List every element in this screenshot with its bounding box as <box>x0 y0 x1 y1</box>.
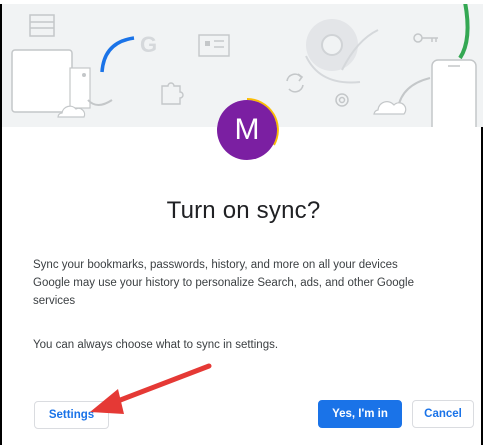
avatar-container: M <box>214 97 280 163</box>
yes-im-in-button[interactable]: Yes, I'm in <box>318 400 402 428</box>
cancel-button[interactable]: Cancel <box>412 400 474 428</box>
laptop-icon <box>11 49 91 113</box>
description-line-2: Google may use your history to personali… <box>33 277 414 307</box>
green-sync-arc <box>458 1 470 60</box>
settings-note: You can always choose what to sync in se… <box>33 339 279 351</box>
google-g-letter: G <box>140 32 157 57</box>
sync-dialog: G M Turn on sync? Sync your bookmarks, p… <box>0 0 483 445</box>
top-edge <box>0 0 483 4</box>
sync-icon <box>286 73 304 93</box>
settings-button[interactable]: Settings <box>34 401 109 429</box>
key-icon <box>413 33 438 43</box>
dialog-title: Turn on sync? <box>166 197 321 224</box>
phone-icon <box>431 59 477 127</box>
blue-sync-arc <box>100 36 135 73</box>
gear-icon <box>335 93 349 107</box>
puzzle-icon <box>161 82 184 105</box>
card-icon <box>198 34 230 57</box>
chrome-icon <box>306 19 358 71</box>
window-icon <box>29 14 55 37</box>
description-line-1: Sync your bookmarks, passwords, history,… <box>33 259 398 271</box>
avatar: M <box>217 100 277 160</box>
dialog-description: Sync your bookmarks, passwords, history,… <box>33 256 443 310</box>
